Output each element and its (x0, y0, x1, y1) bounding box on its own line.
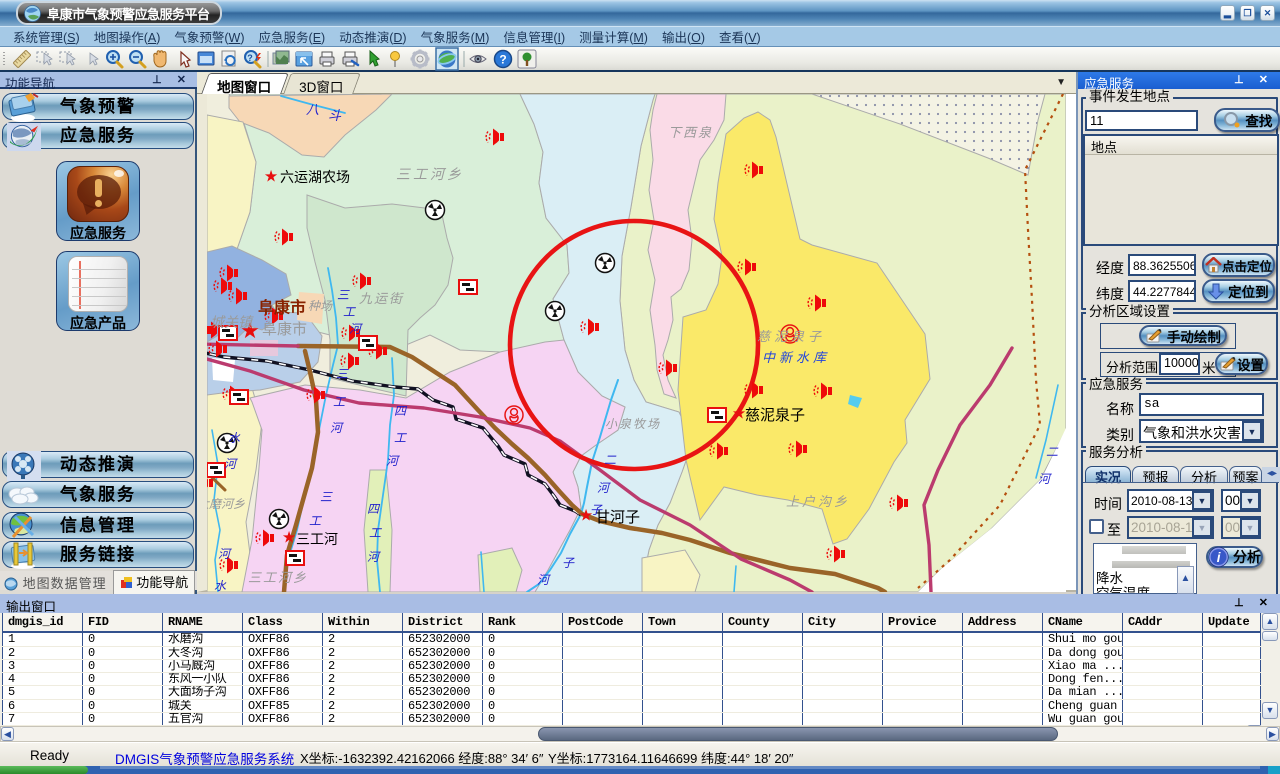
svg-text:河: 河 (330, 421, 344, 435)
svg-text:九运街: 九运街 (359, 291, 404, 306)
svg-text:★: ★ (282, 529, 296, 546)
svg-text:河: 河 (1038, 472, 1052, 486)
svg-text:河: 河 (218, 547, 232, 561)
svg-text:阜康市: 阜康市 (262, 321, 307, 338)
svg-text:水: 水 (214, 579, 227, 592)
svg-text:子: 子 (562, 556, 575, 570)
svg-text:城关镇: 城关镇 (210, 314, 254, 330)
svg-text:河: 河 (537, 573, 551, 587)
svg-text:六运湖农场: 六运湖农场 (280, 169, 350, 185)
svg-text:★: ★ (264, 168, 278, 185)
svg-text:小泉牧场: 小泉牧场 (605, 417, 661, 431)
svg-text:四: 四 (394, 404, 408, 418)
svg-text:河: 河 (386, 454, 400, 468)
svg-text:三: 三 (336, 367, 349, 381)
svg-text:河: 河 (224, 457, 238, 471)
svg-text:工: 工 (394, 431, 407, 445)
svg-text:慈泥泉子: 慈泥泉子 (745, 407, 805, 424)
svg-text:斗: 斗 (328, 108, 342, 123)
svg-text:三: 三 (320, 490, 333, 504)
svg-text:?: ? (499, 53, 506, 67)
svg-text:大磨河乡: 大磨河乡 (207, 497, 245, 511)
svg-text:工: 工 (333, 395, 346, 409)
svg-text:河: 河 (349, 322, 363, 336)
svg-text:慈泥泉子: 慈泥泉子 (757, 329, 825, 344)
svg-text:?: ? (247, 53, 253, 63)
svg-text:下西泉: 下西泉 (668, 125, 713, 140)
svg-text:i: i (1217, 550, 1221, 565)
svg-text:河: 河 (367, 550, 381, 564)
svg-text:河: 河 (597, 481, 611, 495)
svg-text:三工河: 三工河 (296, 531, 338, 547)
svg-text:三工河乡: 三工河乡 (248, 570, 308, 585)
svg-text:工: 工 (369, 526, 382, 540)
svg-text:二: 二 (604, 453, 617, 467)
svg-text:三工河乡: 三工河乡 (396, 166, 464, 182)
svg-text:种场: 种场 (308, 299, 333, 313)
svg-text:上户沟乡: 上户沟乡 (786, 494, 850, 509)
svg-text:中新水库: 中新水库 (762, 350, 830, 365)
svg-text:工: 工 (343, 305, 356, 319)
svg-text:八: 八 (306, 102, 319, 117)
svg-text:三: 三 (337, 288, 350, 302)
svg-text:四: 四 (367, 502, 381, 516)
svg-text:二: 二 (1046, 445, 1059, 459)
svg-text:阜康市: 阜康市 (258, 298, 306, 317)
svg-text:水: 水 (228, 431, 241, 445)
svg-text:子: 子 (590, 503, 603, 517)
svg-text:工: 工 (309, 514, 322, 528)
